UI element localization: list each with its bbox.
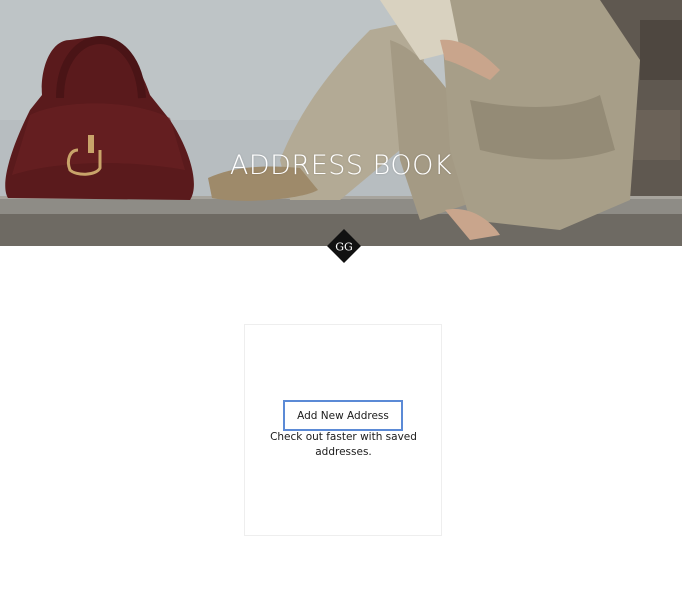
hero-banner: ADDRESS BOOK	[0, 0, 682, 246]
page-title: ADDRESS BOOK	[229, 150, 453, 181]
logo-glyph: GG	[335, 241, 353, 254]
hero-photo	[0, 0, 682, 246]
address-book-page: ADDRESS BOOK GG Add New Address Check ou…	[0, 0, 682, 615]
add-new-address-button[interactable]: Add New Address	[283, 400, 403, 431]
add-new-address-label: Add New Address	[297, 410, 389, 422]
gg-monogram-icon: GG	[327, 229, 361, 263]
address-card-description: Check out faster with saved addresses.	[270, 431, 417, 458]
